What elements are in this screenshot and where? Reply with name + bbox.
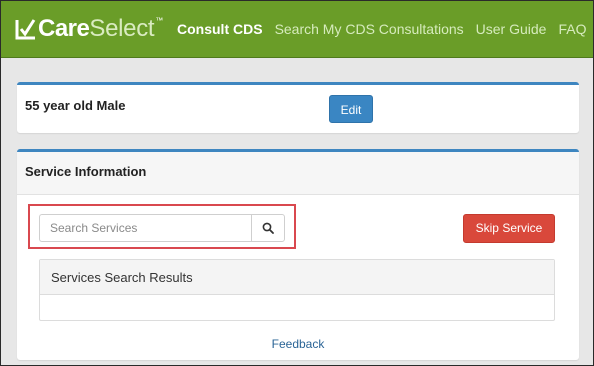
app-window: Care Select ™ Consult CDS Search My CDS Co… <box>0 0 594 366</box>
service-panel: Service Information Skip Service Service… <box>17 149 579 360</box>
edit-button[interactable]: Edit <box>329 95 373 123</box>
results-title: Services Search Results <box>51 270 193 285</box>
nav-links: Consult CDS Search My CDS Consultations … <box>177 1 593 57</box>
results-header: Services Search Results <box>40 260 554 295</box>
service-search-group <box>39 214 285 242</box>
service-panel-title: Service Information <box>25 164 147 179</box>
services-search-results: Services Search Results <box>39 259 555 321</box>
main-content: 55 year old Male Edit Service Informatio… <box>1 58 593 365</box>
nav-faq[interactable]: FAQ <box>558 21 586 37</box>
search-button[interactable] <box>251 214 285 242</box>
brand-name-care: Care <box>38 15 90 42</box>
search-icon <box>262 222 274 234</box>
brand-logo[interactable]: Care Select ™ <box>15 12 163 46</box>
feedback-link[interactable]: Feedback <box>17 337 579 351</box>
brand-trademark: ™ <box>155 16 164 25</box>
brand-name-select: Select <box>89 15 155 42</box>
service-panel-header: Service Information <box>17 152 579 195</box>
patient-panel: 55 year old Male Edit <box>17 82 579 133</box>
top-navbar: Care Select ™ Consult CDS Search My CDS Co… <box>1 1 593 58</box>
checkmark-logo-icon <box>15 19 36 40</box>
skip-service-button[interactable]: Skip Service <box>463 214 555 243</box>
search-services-input[interactable] <box>39 214 251 242</box>
nav-user-guide[interactable]: User Guide <box>476 21 547 37</box>
nav-search-my-cds-consultations[interactable]: Search My CDS Consultations <box>275 21 464 37</box>
patient-summary: 55 year old Male <box>25 98 126 113</box>
nav-consult-cds[interactable]: Consult CDS <box>177 21 263 37</box>
